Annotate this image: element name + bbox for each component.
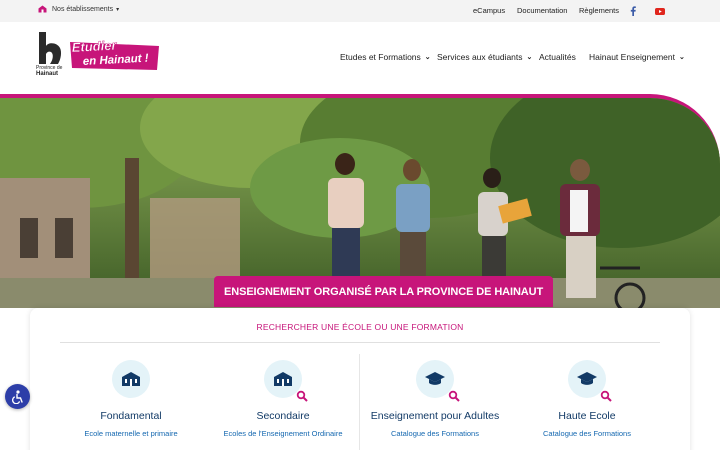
graduation-cap-search-icon: [568, 360, 612, 402]
accessibility-icon: [12, 389, 23, 404]
search-title: RECHERCHER UNE ÉCOLE OU UNE FORMATION: [256, 322, 464, 332]
facebook-icon[interactable]: [627, 5, 639, 17]
magnifier-icon: [296, 390, 308, 402]
search-card: RECHERCHER UNE ÉCOLE OU UNE FORMATION Fo…: [30, 308, 690, 450]
category-secondaire[interactable]: Secondaire Ecoles de l'Enseignement Ordi…: [208, 360, 358, 438]
chevron-down-icon: ⌄: [424, 54, 431, 61]
nav-actualites[interactable]: Actualités: [539, 52, 576, 62]
chevron-down-icon: ⌄: [679, 54, 685, 61]
documentation-link[interactable]: Documentation: [517, 6, 567, 15]
etudier-en-hainaut-logo[interactable]: Etudier en Hainaut !: [69, 37, 161, 76]
magnifier-icon: [448, 390, 460, 402]
accessibility-button[interactable]: [5, 384, 30, 409]
establishments-label: Nos établissements: [52, 5, 114, 13]
school-icon: [112, 360, 150, 398]
top-utility-bar: Nos établissements ▾ eCampus Documentati…: [0, 0, 720, 22]
ecampus-link[interactable]: eCampus: [473, 6, 505, 15]
category-link[interactable]: Catalogue des Formations: [360, 429, 510, 438]
magnifier-icon: [600, 390, 612, 402]
category-fondamental[interactable]: Fondamental Ecole maternelle et primaire: [56, 360, 206, 438]
nav-etudes-formations[interactable]: Etudes et Formations ⌄: [340, 52, 431, 62]
chevron-down-icon: ⌄: [526, 54, 533, 61]
category-link[interactable]: Ecoles de l'Enseignement Ordinaire: [208, 429, 358, 438]
nav-hainaut-enseignement[interactable]: Hainaut Enseignement ⌄: [589, 52, 685, 62]
category-adultes[interactable]: Enseignement pour Adultes Catalogue des …: [360, 360, 510, 438]
category-name: Fondamental: [100, 410, 162, 422]
category-name: Haute Ecole: [558, 410, 616, 422]
logo-line-2: Hainaut: [36, 70, 59, 77]
youtube-icon[interactable]: [654, 5, 666, 17]
nav-label: Services aux étudiants: [437, 52, 523, 62]
establishments-dropdown[interactable]: Nos établissements ▾: [38, 5, 119, 13]
nav-label: Etudes et Formations: [340, 52, 421, 62]
school-search-icon: [264, 360, 308, 402]
province-logo-text: Province de Hainaut: [36, 65, 62, 77]
category-link[interactable]: Catalogue des Formations: [512, 429, 662, 438]
nav-label: Hainaut Enseignement: [589, 52, 676, 62]
nav-services-etudiants[interactable]: Services aux étudiants ⌄: [437, 52, 532, 62]
graduation-cap-search-icon: [416, 360, 460, 402]
category-haute-ecole[interactable]: Haute Ecole Catalogue des Formations: [512, 360, 662, 438]
category-name: Secondaire: [256, 410, 310, 422]
reglements-link[interactable]: Règlements: [579, 6, 619, 15]
hero-banner: ENSEIGNEMENT ORGANISÉ PAR LA PROVINCE DE…: [214, 276, 554, 307]
nav-label: Actualités: [539, 52, 576, 62]
school-icon: [38, 5, 47, 13]
sticker-line-1: Etudier: [71, 39, 117, 55]
caret-down-icon: ▾: [116, 6, 120, 13]
divider: [60, 342, 660, 343]
category-link[interactable]: Ecole maternelle et primaire: [56, 429, 206, 438]
site-header: Province de Hainaut Etudier en Hainaut !…: [0, 22, 720, 90]
category-name: Enseignement pour Adultes: [370, 410, 500, 422]
